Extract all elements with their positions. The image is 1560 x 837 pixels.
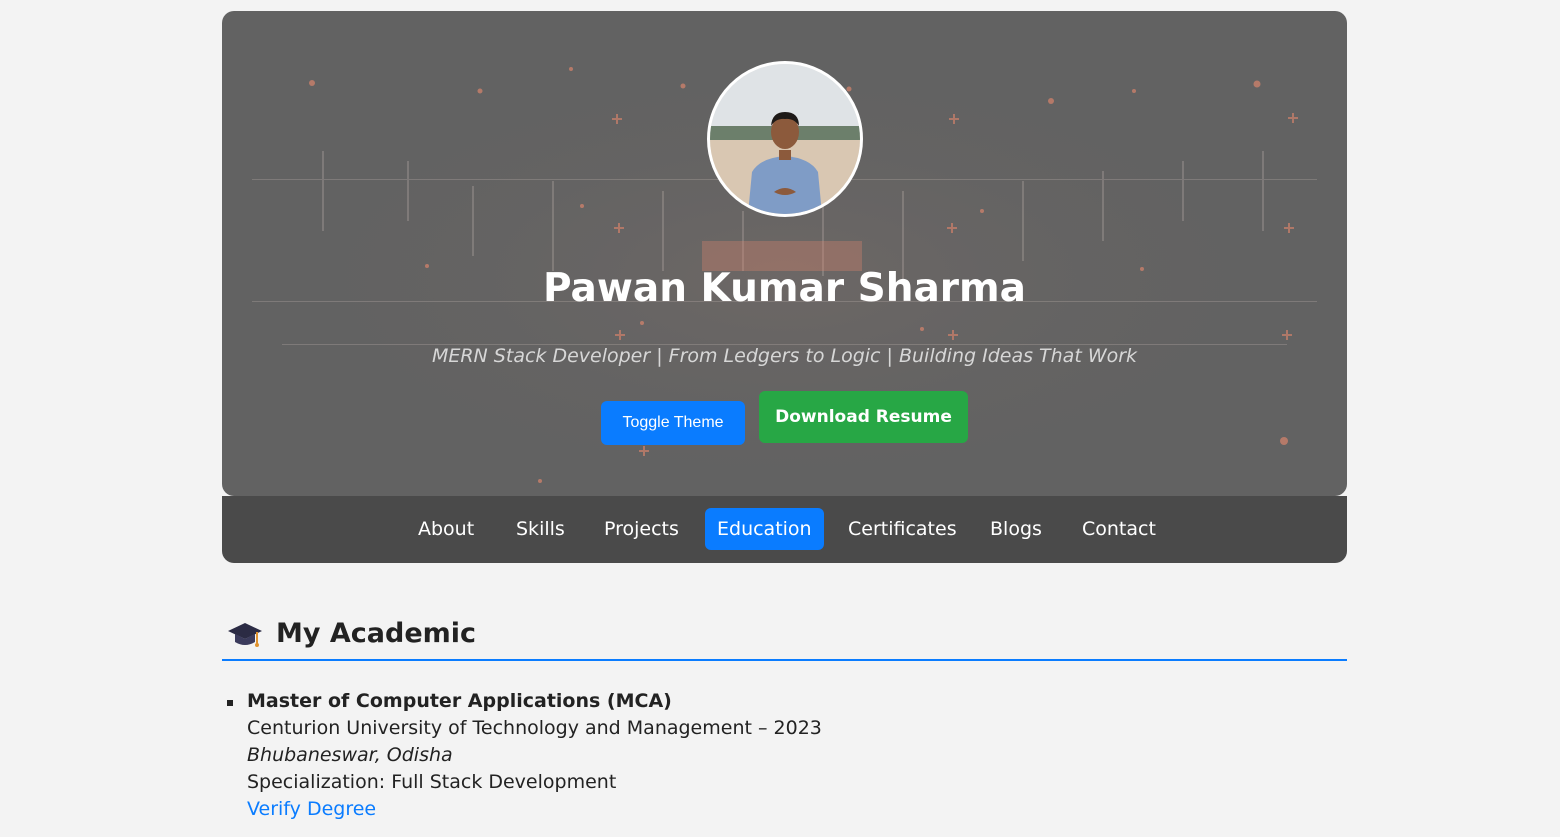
profile-tagline: MERN Stack Developer | From Ledgers to L…: [431, 345, 1138, 367]
graduation-cap-icon: [226, 617, 264, 651]
section-title-text: My Academic: [276, 618, 477, 649]
main-nav: About Skills Projects Education Certific…: [222, 496, 1347, 563]
verify-degree-link[interactable]: Verify Degree: [247, 796, 376, 823]
nav-item-education[interactable]: Education: [705, 508, 824, 550]
section-heading: My Academic: [222, 612, 476, 656]
location-text: Bhubaneswar, Odisha: [247, 744, 453, 766]
toggle-theme-button[interactable]: Toggle Theme: [601, 401, 745, 445]
education-item: Master of Computer Applications (MCA) Ce…: [222, 688, 822, 823]
profile-avatar: [707, 61, 863, 217]
degree-title: Master of Computer Applications (MCA): [247, 690, 672, 712]
section-divider: [222, 659, 1347, 661]
hero-banner: Pawan Kumar Sharma MERN Stack Developer …: [222, 11, 1347, 496]
education-list: Master of Computer Applications (MCA) Ce…: [222, 688, 822, 823]
download-resume-button[interactable]: Download Resume: [759, 391, 968, 443]
nav-item-projects[interactable]: Projects: [592, 508, 691, 550]
specialization-text: Specialization: Full Stack Development: [247, 771, 617, 793]
profile-name: Pawan Kumar Sharma: [543, 266, 1026, 311]
nav-item-skills[interactable]: Skills: [504, 508, 577, 550]
institution-text: Centurion University of Technology and M…: [247, 717, 822, 739]
list-bullet: [227, 700, 233, 706]
profile-photo: [710, 64, 860, 214]
nav-item-about[interactable]: About: [406, 508, 486, 550]
nav-item-blogs[interactable]: Blogs: [978, 508, 1054, 550]
nav-item-contact[interactable]: Contact: [1070, 508, 1168, 550]
nav-item-certificates[interactable]: Certificates: [836, 508, 969, 550]
